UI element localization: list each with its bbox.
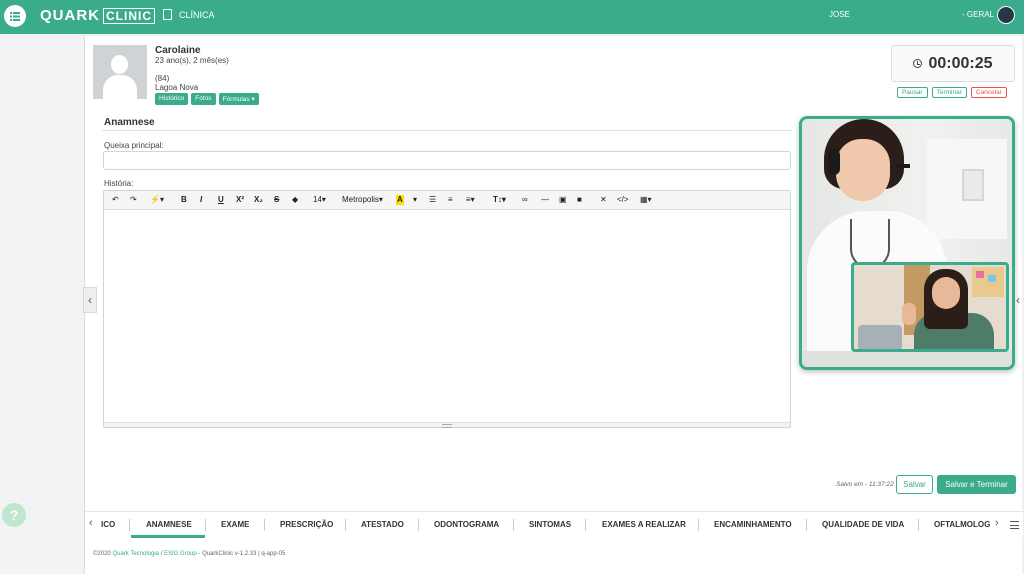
editor-toolbar: ↶ ↷ ⚡▾ B I U X² X₂ S ◆ 14▾ Metropolis▾ A… bbox=[104, 191, 790, 210]
user-avatar[interactable] bbox=[997, 6, 1015, 24]
main-panel: Carolaine 23 ano(s), 2 mês(es) (84) Lago… bbox=[84, 36, 1023, 574]
bold-icon[interactable]: B bbox=[181, 195, 187, 205]
pause-button[interactable]: Pausar bbox=[897, 87, 928, 98]
unit-name[interactable]: - GERAL bbox=[962, 10, 994, 19]
tab-oftalmologia[interactable]: OFTALMOLOG bbox=[934, 520, 990, 529]
complaint-label: Queixa principal: bbox=[104, 141, 164, 150]
tab-ico[interactable]: ICO bbox=[101, 520, 115, 529]
help-icon[interactable]: ? bbox=[2, 503, 26, 527]
tab-prescricao[interactable]: PRESCRIÇÃO bbox=[280, 520, 333, 529]
subscript-icon[interactable]: X₂ bbox=[254, 195, 263, 205]
group-link[interactable]: ESIG Group bbox=[164, 551, 197, 557]
patient-city: Lagoa Nova bbox=[155, 83, 199, 92]
tab-odontograma[interactable]: ODONTOGRAMA bbox=[434, 520, 499, 529]
undo-icon[interactable]: ↶ bbox=[112, 195, 119, 205]
timer-value: 00:00:25 bbox=[928, 54, 993, 72]
footer-version: - QuarkClinic v-1.2.33 | q-app-05 bbox=[196, 551, 286, 557]
footer: ©2020 Quark Tecnologia / ESIG Group - Qu… bbox=[93, 551, 285, 557]
footer-prefix: ©2020 bbox=[93, 551, 113, 557]
tab-anamnese[interactable]: ANAMNESE bbox=[146, 520, 192, 529]
italic-icon[interactable]: I bbox=[200, 195, 202, 205]
align-dropdown-icon[interactable]: ≡▾ bbox=[466, 195, 475, 205]
patient-buttons: Histórico Fotos Fórmulas ▾ bbox=[155, 93, 259, 105]
historico-button[interactable]: Histórico bbox=[155, 93, 189, 105]
redo-icon[interactable]: ↷ bbox=[130, 195, 137, 205]
line-height-icon[interactable]: T↕▾ bbox=[493, 195, 506, 205]
clipboard-icon bbox=[163, 9, 172, 20]
divider bbox=[102, 130, 792, 131]
headset-icon bbox=[828, 149, 840, 175]
finish-button[interactable]: Terminar bbox=[931, 87, 967, 98]
nav-clinica[interactable]: CLÍNICA bbox=[163, 9, 215, 20]
horizontal-rule-icon[interactable]: — bbox=[541, 195, 549, 205]
text-color-icon[interactable]: A bbox=[396, 195, 404, 205]
saved-timestamp: Salvo em - 11:37:22 bbox=[836, 481, 894, 488]
left-gutter bbox=[0, 34, 83, 574]
tab-sintomas[interactable]: SINTOMAS bbox=[529, 520, 571, 529]
link-icon[interactable]: ∞ bbox=[522, 195, 528, 205]
fotos-button[interactable]: Fotos bbox=[191, 93, 216, 105]
history-editor[interactable]: ↶ ↷ ⚡▾ B I U X² X₂ S ◆ 14▾ Metropolis▾ A… bbox=[103, 190, 791, 428]
text-color-dropdown[interactable]: ▾ bbox=[413, 195, 417, 205]
tab-exames-a-realizar[interactable]: EXAMES A REALIZAR bbox=[602, 520, 686, 529]
patient-photo-placeholder bbox=[93, 45, 147, 99]
user-silhouette-icon bbox=[111, 55, 128, 74]
menu-button[interactable] bbox=[4, 5, 26, 27]
table-dropdown-icon[interactable]: ▦▾ bbox=[640, 195, 652, 205]
magic-wand-icon[interactable]: ⚡▾ bbox=[150, 195, 164, 205]
collapse-right-icon[interactable]: ‹ bbox=[1012, 287, 1024, 313]
fullscreen-icon[interactable]: ✕ bbox=[600, 195, 607, 205]
complaint-input[interactable] bbox=[103, 151, 791, 170]
collapse-left-icon[interactable]: ‹ bbox=[83, 287, 97, 313]
video-call-pip[interactable] bbox=[851, 262, 1009, 352]
chevron-right-icon[interactable]: › bbox=[995, 517, 999, 529]
cancel-button[interactable]: Cancelar bbox=[970, 87, 1007, 98]
clock-icon bbox=[913, 59, 923, 68]
timer-controls: Pausar Terminar Cancelar bbox=[897, 87, 1007, 98]
code-view-icon[interactable]: </> bbox=[617, 195, 629, 205]
eraser-icon[interactable]: ◆ bbox=[292, 195, 298, 205]
save-and-finish-button[interactable]: Salvar e Terminar bbox=[937, 475, 1016, 494]
section-title: Anamnese bbox=[104, 117, 155, 128]
font-family-dropdown[interactable]: Metropolis▾ bbox=[342, 195, 383, 205]
timer-display: 00:00:25 bbox=[891, 45, 1015, 82]
tab-qualidade-de-vida[interactable]: QUALIDADE DE VIDA bbox=[822, 520, 904, 529]
quarkclinic-logo[interactable]: QUARK CLINIC bbox=[40, 7, 155, 24]
video-icon[interactable]: ■ bbox=[577, 195, 582, 205]
formulas-dropdown[interactable]: Fórmulas ▾ bbox=[218, 93, 259, 105]
hamburger-menu-icon[interactable] bbox=[1010, 521, 1019, 529]
patient-phone: (84) bbox=[155, 74, 170, 83]
nav-clinica-label: CLÍNICA bbox=[179, 9, 215, 20]
tab-encaminhamento[interactable]: ENCAMINHAMENTO bbox=[714, 520, 792, 529]
font-size-value: 14 bbox=[313, 195, 322, 204]
history-label: História: bbox=[104, 179, 134, 188]
superscript-icon[interactable]: X² bbox=[236, 195, 244, 205]
editor-resize-handle[interactable] bbox=[104, 422, 790, 428]
chevron-left-icon[interactable]: ‹ bbox=[89, 517, 93, 529]
tab-exame[interactable]: EXAME bbox=[221, 520, 249, 529]
font-size-dropdown[interactable]: 14▾ bbox=[313, 195, 326, 205]
company-link[interactable]: Quark Tecnologia bbox=[112, 551, 159, 557]
strikethrough-icon[interactable]: S bbox=[274, 195, 279, 205]
top-navbar: QUARK CLINIC CLÍNICA JOSE - GERAL bbox=[0, 0, 1024, 34]
logo-text: QUARK bbox=[40, 7, 100, 24]
patient-age: 23 ano(s), 2 mês(es) bbox=[155, 56, 229, 65]
image-icon[interactable]: ▣ bbox=[559, 195, 567, 205]
list-icon bbox=[10, 11, 20, 21]
bullet-list-icon[interactable]: ☰ bbox=[429, 195, 436, 205]
font-family-value: Metropolis bbox=[342, 195, 379, 204]
save-button[interactable]: Salvar bbox=[896, 475, 933, 494]
patient-name: Carolaine bbox=[155, 45, 201, 56]
underline-icon[interactable]: U bbox=[218, 195, 224, 205]
user-name[interactable]: JOSE bbox=[829, 10, 850, 19]
active-tab-indicator bbox=[131, 535, 205, 538]
logo-box-text: CLINIC bbox=[103, 7, 155, 24]
consultation-tabs: ‹ ICO ANAMNESE EXAME PRESCRIÇÃO ATESTADO… bbox=[85, 511, 1023, 538]
numbered-list-icon[interactable]: ≡ bbox=[448, 195, 453, 205]
tab-atestado[interactable]: ATESTADO bbox=[361, 520, 404, 529]
